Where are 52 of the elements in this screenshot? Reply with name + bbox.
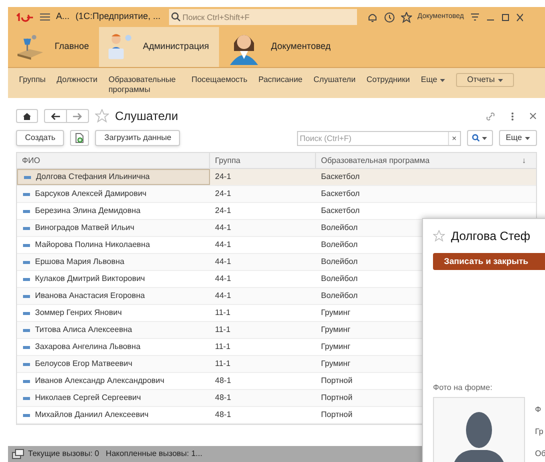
table-cell-text: Баскетбол [320, 188, 360, 200]
table-cell-text: Волейбол [320, 256, 358, 268]
table-cell-text: 44-1 [214, 222, 232, 234]
table-cell-text: Портной [320, 392, 352, 404]
table-cell: Иванов Александр Александрович [35, 375, 164, 387]
table-cell-text: Волейбол [320, 273, 358, 285]
table-cell: Ершова Мария Львовна [35, 256, 124, 268]
table-cell: Виноградов Матвей Ильич [35, 222, 134, 234]
table-cell-text: 24-1 [214, 188, 232, 200]
table-cell: Березина Элина Демидовна [35, 205, 140, 217]
table-cell: Барсуков Алексей Дамирович [35, 188, 146, 200]
table-cell: Кулаков Дмитрий Викторович [35, 273, 145, 285]
table-cell-text: Груминг [320, 307, 350, 319]
table-cell-text: 24-1 [214, 205, 232, 217]
table-cell-text: Баскетбол [320, 205, 360, 217]
table-cell: Титова Алиса Алексеевна [35, 324, 132, 336]
table-cell-text: Волейбол [320, 222, 358, 234]
table-cell-text: Портной [320, 375, 352, 387]
table-cell-text: 48-1 [214, 409, 232, 421]
field-label: Ф [535, 405, 542, 415]
table-cell: Майорова Полина Николаевна [35, 239, 150, 251]
table-cell-text: Портной [320, 409, 352, 421]
field-label: Гр [535, 427, 544, 437]
table-cell: Михайлов Даниил Алексеевич [35, 409, 149, 421]
table-cell-text: 44-1 [214, 239, 232, 251]
table-cell-text: 11-1 [214, 307, 232, 319]
table-cell-text: Груминг [320, 358, 350, 370]
table-cell: Долгова Стефания Ильинична [36, 171, 150, 183]
table-cell-text: 24-1 [214, 171, 232, 183]
table-cell: Белоусов Егор Матвеевич [35, 358, 132, 370]
table-cell-text: Волейбол [320, 239, 358, 251]
table-cell-text: 11-1 [214, 341, 232, 353]
table-cell-text: Баскетбол [320, 171, 360, 183]
table-cell-text: Волейбол [320, 290, 358, 302]
table-cell-text: 11-1 [214, 324, 232, 336]
table-cell-text: 48-1 [214, 375, 232, 387]
app-title: (1С:Предприятие, ... [76, 10, 160, 24]
table-cell: Захарова Ангелина Львовна [35, 341, 140, 353]
table-cell-text: 44-1 [214, 290, 232, 302]
form-title: Слушатели [115, 108, 178, 125]
table-cell-text: Груминг [320, 324, 350, 336]
status-text: Текущие вызовы: 0 Накопленные вызовы: 1... [28, 448, 202, 460]
field-label: Об [535, 449, 545, 459]
table-cell-text: Груминг [320, 341, 350, 353]
table-cell: Николаев Сергей Сергеевич [35, 392, 141, 404]
table-cell: Зоммер Генрих Янович [35, 307, 122, 319]
table-cell: Иванова Анастасия Егоровна [35, 290, 145, 302]
table-cell-text: 48-1 [214, 392, 232, 404]
table-cell-text: 44-1 [214, 256, 232, 268]
app-name: А... [56, 10, 70, 24]
table-cell-text: 11-1 [214, 358, 232, 370]
table-cell-text: 44-1 [214, 273, 232, 285]
